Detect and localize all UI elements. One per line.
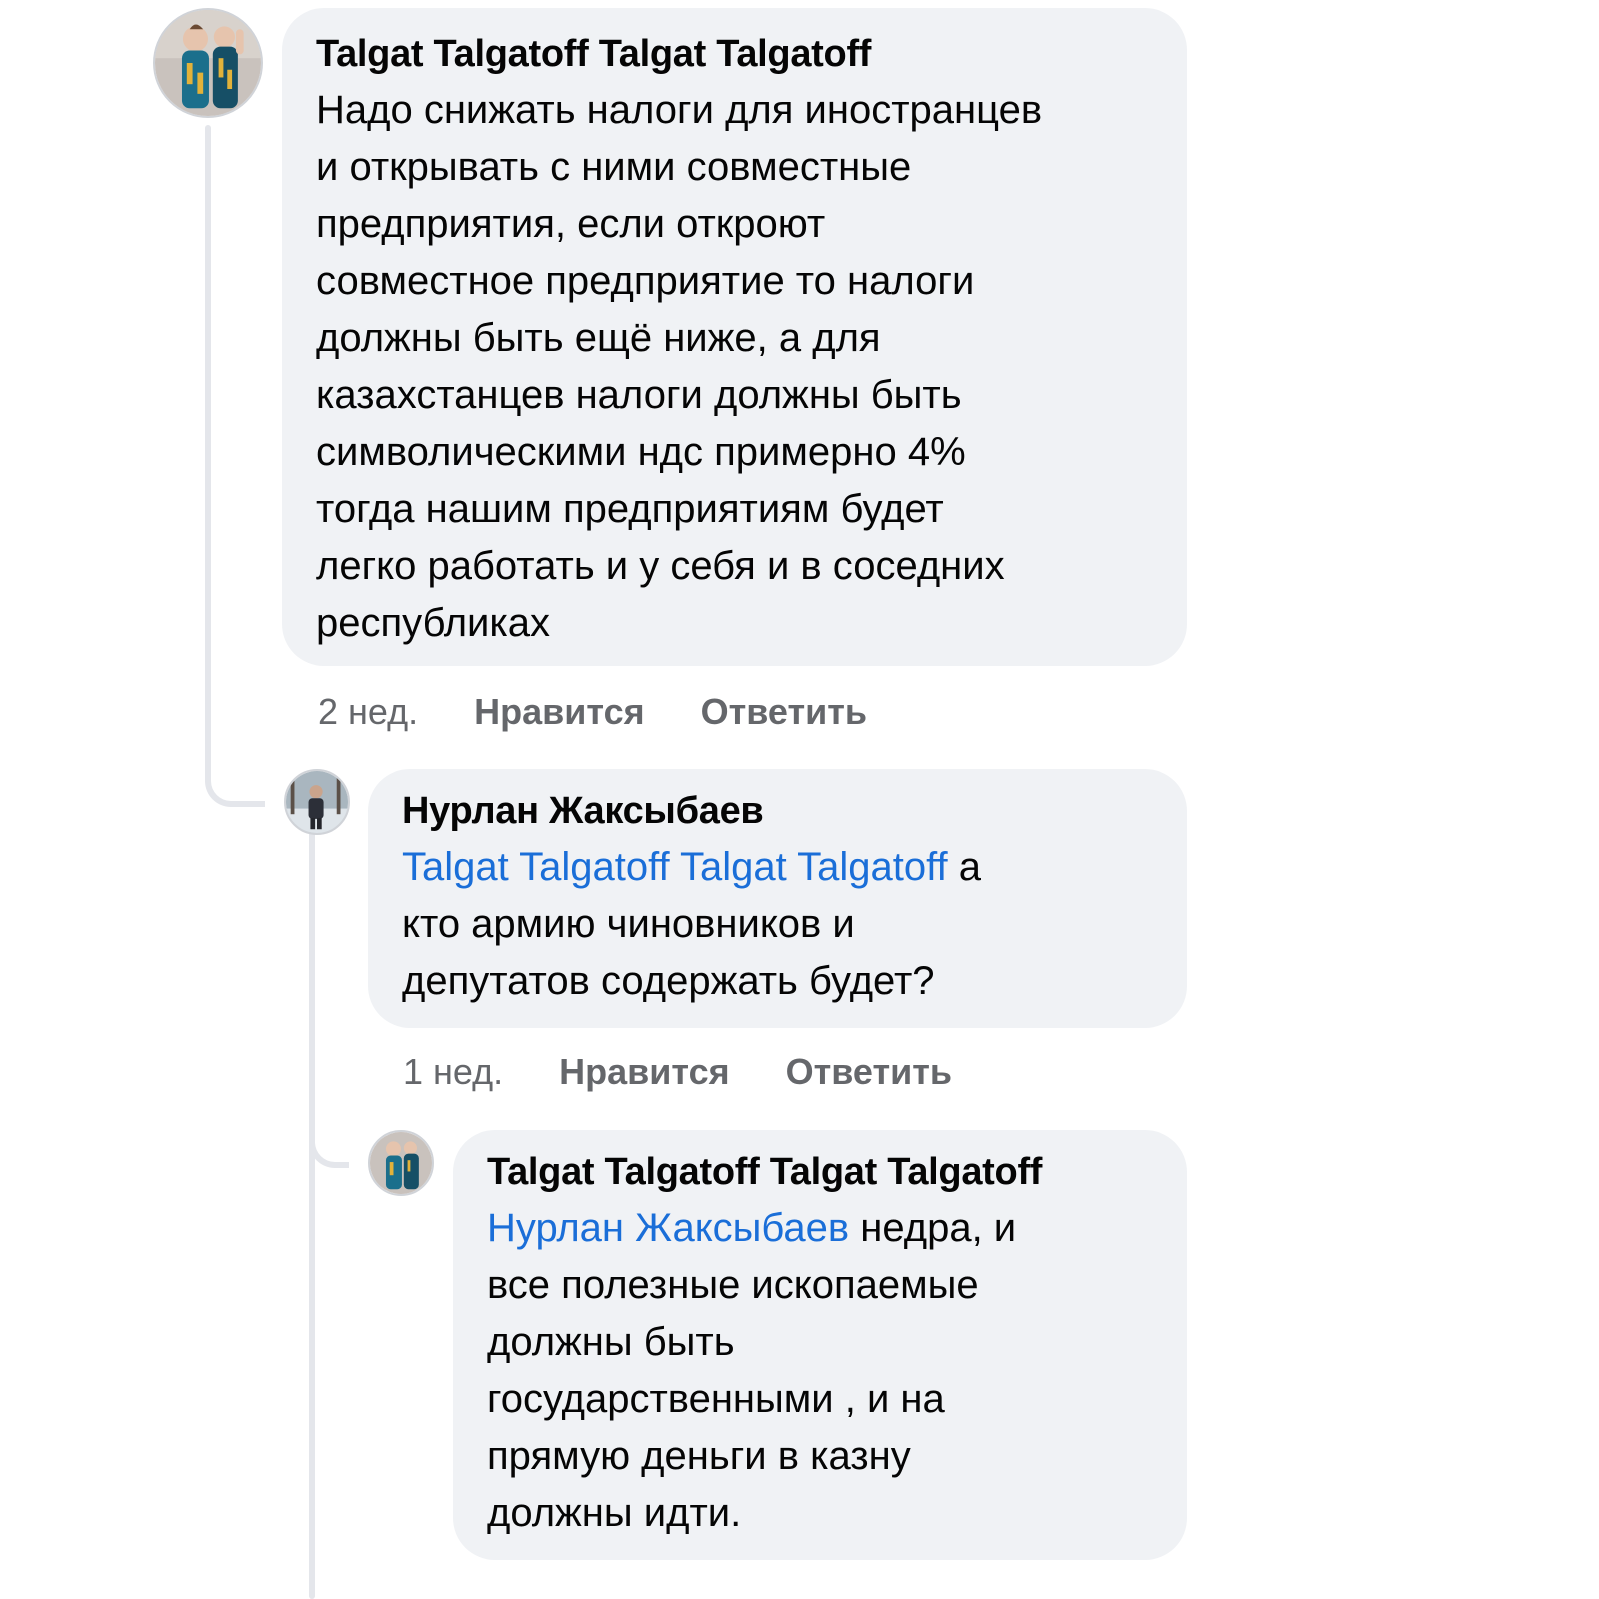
comment-bubble: Talgat Talgatoff Talgat Talgatoff Нурлан… [453, 1130, 1187, 1560]
thread-line [205, 125, 211, 765]
comment-line: депутатов содержать будет? [402, 959, 935, 1003]
comment-line: Нурлан Жаксыбаев недра, и [487, 1200, 1153, 1257]
comment-thread: Talgat Talgatoff Talgat Talgatoff Надо с… [0, 0, 1599, 1599]
mention-link[interactable]: Talgat Talgatoff Talgat Talgatoff [402, 845, 948, 889]
thread-connector [205, 755, 265, 807]
comment-line: казахстанцев налоги должны быть [316, 373, 962, 417]
reply-button[interactable]: Ответить [701, 690, 867, 734]
comment-line: Надо снижать налоги для иностранцев [316, 88, 1043, 132]
comment-bubble: Нурлан Жаксыбаев Talgat Talgatoff Talgat… [368, 769, 1187, 1028]
comment-text-fragment: недра, и [849, 1206, 1017, 1250]
comment-text: Talgat Talgatoff Talgat Talgatoff а кто … [402, 839, 1153, 1010]
avatar[interactable] [284, 769, 350, 835]
winter-photo-avatar-icon [286, 771, 348, 833]
like-button[interactable]: Нравится [474, 690, 644, 734]
comment-author[interactable]: Talgat Talgatoff Talgat Talgatoff [487, 1150, 1153, 1194]
comment-line: кто армию чиновников и [402, 902, 855, 946]
comment-line: символическими ндс примерно 4% [316, 430, 966, 474]
comment-line: Talgat Talgatoff Talgat Talgatoff а [402, 839, 1153, 896]
comment-line: республиках [316, 601, 551, 645]
comment-actions: 2 нед. Нравится Ответить [318, 690, 867, 734]
child-photo-avatar-icon [370, 1132, 432, 1194]
comment-line: и открывать с ними совместные [316, 145, 912, 189]
reply-button[interactable]: Ответить [786, 1050, 952, 1094]
comment-actions: 1 нед. Нравится Ответить [403, 1050, 952, 1094]
child-photo-avatar-icon [155, 10, 261, 116]
comment-text: Надо снижать налоги для иностранцев и от… [316, 82, 1153, 652]
comment-line: должны быть ещё ниже, а для [316, 316, 881, 360]
comment-line: совместное предприятие то налоги [316, 259, 975, 303]
comment-line: легко работать и у себя и в соседних [316, 544, 1005, 588]
avatar[interactable] [368, 1130, 434, 1196]
comment-line: государственными , и на [487, 1377, 945, 1421]
thread-line [309, 830, 315, 1599]
mention-link[interactable]: Нурлан Жаксыбаев [487, 1206, 849, 1250]
comment-text-fragment: а [947, 845, 981, 889]
comment-line: прямую деньги в казну [487, 1434, 911, 1478]
comment-line: тогда нашим предприятиям будет [316, 487, 944, 531]
comment-line: все полезные ископаемые [487, 1263, 979, 1307]
comment-line: предприятия, если откроют [316, 202, 826, 246]
comment-text: Нурлан Жаксыбаев недра, и все полезные и… [487, 1200, 1153, 1542]
comment-author[interactable]: Talgat Talgatoff Talgat Talgatoff [316, 32, 1153, 76]
comment-author[interactable]: Нурлан Жаксыбаев [402, 789, 1153, 833]
avatar[interactable] [153, 8, 263, 118]
like-button[interactable]: Нравится [559, 1050, 729, 1094]
comment-timestamp[interactable]: 1 нед. [403, 1050, 503, 1094]
thread-connector [309, 1120, 349, 1168]
comment-line: должны быть [487, 1320, 735, 1364]
comment-bubble: Talgat Talgatoff Talgat Talgatoff Надо с… [282, 8, 1187, 666]
comment-line: должны идти. [487, 1491, 742, 1535]
comment-timestamp[interactable]: 2 нед. [318, 690, 418, 734]
